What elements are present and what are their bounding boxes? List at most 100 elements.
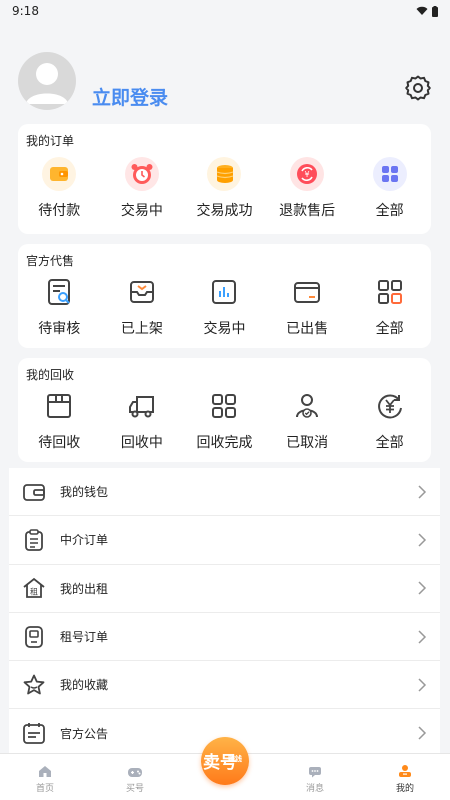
refund-icon: ¥ [289,156,325,192]
recycle-complete-label: 回收完成 [196,435,253,451]
order-pending-payment-label: 待付款 [38,203,81,219]
consign-trading-label: 交易中 [203,321,246,337]
recycle-all[interactable]: 全部 [348,388,431,452]
menu-list: 我的钱包 中介订单 租 我的出租 租号订单 我的收藏 官方公告 [9,468,440,758]
settings-gear-icon[interactable] [404,74,432,102]
device-icon [21,624,47,650]
tab-messages-label: 消息 [305,784,324,794]
chevron-right-icon [418,581,427,595]
tab-buy-account-label: 买号 [125,784,144,794]
consign-pending-review-label: 待审核 [38,321,81,337]
sell-icon: 卖号 赚钱 [203,752,242,773]
tab-profile-label: 我的 [395,784,414,794]
consign-all-label: 全部 [375,321,404,337]
order-success[interactable]: 交易成功 [183,156,266,220]
recycle-all-label: 全部 [375,435,404,451]
my-recycle-title: 我的回收 [26,368,75,382]
order-in-progress[interactable]: 交易中 [101,156,184,220]
recycle-pending[interactable]: 待回收 [18,388,101,452]
chevron-right-icon [418,726,427,740]
coins-icon [206,156,242,192]
menu-item-favorites[interactable]: 我的收藏 [9,661,440,710]
status-icons [416,5,438,17]
message-icon [309,767,321,778]
official-consignment-title: 官方代售 [26,254,75,268]
profile-icon [399,765,411,777]
status-time: 9:18 [12,4,39,18]
menu-item-broker-orders-label: 中介订单 [60,533,109,548]
yen-icon [372,388,408,424]
order-all[interactable]: 全部 [348,156,431,220]
menu-item-my-rentals[interactable]: 租 我的出租 [9,565,440,613]
order-refund-label: 退款售后 [279,203,336,219]
order-success-label: 交易成功 [196,203,253,219]
consign-listed-label: 已上架 [120,321,163,337]
svg-text:租: 租 [30,588,38,597]
user-check-icon [289,388,325,424]
alarm-clock-icon [124,156,160,192]
wallet-outline-icon [21,479,47,505]
grid-icon [206,388,242,424]
login-link[interactable]: 立即登录 [92,83,168,110]
recycle-complete[interactable]: 回收完成 [183,388,266,452]
clipboard-icon [21,527,47,553]
official-consignment-card: 官方代售 待审核 已上架 交易中 已出售 全部 [18,244,431,348]
wallet-icon [41,156,77,192]
grid-icon [372,274,408,310]
chevron-right-icon [418,485,427,499]
recycle-pending-label: 待回收 [38,435,81,451]
consign-sold-label: 已出售 [286,321,329,337]
chevron-right-icon [418,678,427,692]
avatar[interactable] [18,52,76,110]
menu-item-wallet-label: 我的钱包 [60,485,109,500]
box-icon [41,388,77,424]
chevron-right-icon [418,630,427,644]
recycle-cancelled[interactable]: 已取消 [266,388,349,452]
chart-icon [206,274,242,310]
inbox-icon [124,274,160,310]
tab-home[interactable]: 首页 [0,754,90,800]
battery-icon [432,5,438,17]
card-icon [289,274,325,310]
my-orders-title: 我的订单 [26,134,75,148]
sell-account-button[interactable]: 卖号 赚钱 [201,737,249,785]
order-pending-payment[interactable]: 待付款 [18,156,101,220]
profile-header: 立即登录 [0,22,450,120]
review-icon [41,274,77,310]
consign-listed[interactable]: 已上架 [101,274,184,338]
home-icon [39,766,51,777]
menu-item-favorites-label: 我的收藏 [60,678,109,693]
chevron-right-icon [418,533,427,547]
earn-money-badge: 赚钱 [227,754,242,763]
truck-icon [124,388,160,424]
consign-all[interactable]: 全部 [348,274,431,338]
order-in-progress-label: 交易中 [120,203,163,219]
my-recycle-card: 我的回收 待回收 回收中 回收完成 已取消 全部 [18,358,431,462]
order-refund[interactable]: ¥ 退款售后 [266,156,349,220]
tab-messages[interactable]: 消息 [270,754,360,800]
tab-home-label: 首页 [35,784,54,794]
tab-buy-account[interactable]: 买号 [90,754,180,800]
my-orders-card: 我的订单 待付款 交易中 交易成功 ¥ 退款售后 全部 [18,124,431,234]
recycle-in-progress-label: 回收中 [120,435,163,451]
menu-item-broker-orders[interactable]: 中介订单 [9,516,440,565]
recycle-in-progress[interactable]: 回收中 [101,388,184,452]
default-avatar-icon [26,63,68,104]
status-bar: 9:18 [0,0,450,22]
menu-item-rental-orders[interactable]: 租号订单 [9,613,440,662]
consign-trading[interactable]: 交易中 [183,274,266,338]
gamepad-icon [128,768,142,777]
menu-item-my-rentals-label: 我的出租 [60,581,109,596]
tab-profile[interactable]: 我的 [360,754,450,800]
consign-sold[interactable]: 已出售 [266,274,349,338]
grid-icon [372,156,408,192]
consign-pending-review[interactable]: 待审核 [18,274,101,338]
order-all-label: 全部 [375,203,404,219]
wifi-icon [416,6,428,15]
star-icon [21,672,47,698]
rent-house-icon: 租 [21,575,47,601]
calendar-icon [21,720,47,746]
svg-text:¥: ¥ [305,170,310,179]
recycle-cancelled-label: 已取消 [286,435,329,451]
menu-item-wallet[interactable]: 我的钱包 [9,468,440,517]
